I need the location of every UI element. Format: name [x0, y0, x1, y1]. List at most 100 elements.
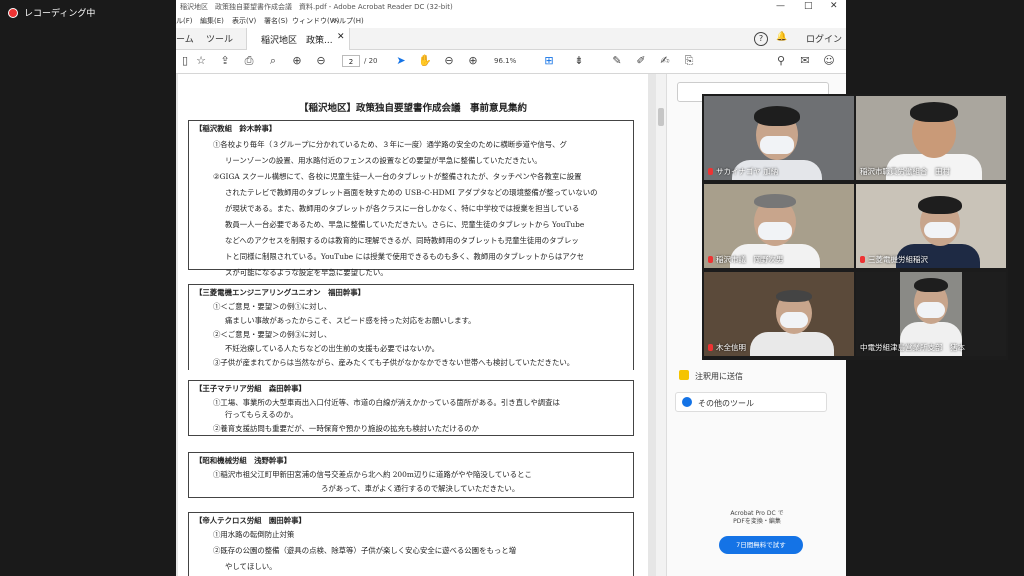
recording-label: レコーディング中: [24, 9, 96, 19]
tab-bar: ーム ツール 稲沢地区 政策... ✕ ? 🔔 ログイン: [176, 28, 846, 50]
minimize-button[interactable]: —: [776, 1, 785, 11]
sign-icon[interactable]: ✍: [658, 54, 672, 68]
document-area[interactable]: 【稲沢地区】政策独自要望書作成会議 事前意見集約 【稲沢教組 鈴木幹事】 ①各校…: [176, 74, 666, 576]
record-icon: [8, 7, 18, 18]
video-tile[interactable]: 稲沢市職員労働組合 田村: [856, 96, 1006, 180]
section-line: ②GIGA スクール構想にて、各校に児童生徒一人一台のタブレットが整備されたが、…: [213, 172, 582, 181]
menu-bar: ル(F) 編集(E) 表示(V) 署名(S) ウィンドウ(W) ヘルプ(H): [176, 14, 846, 28]
tab-tools[interactable]: ツール: [206, 32, 233, 45]
close-window-button[interactable]: ✕: [830, 1, 838, 11]
section-line: ②養育支援訪問も重要だが、一時保育や預かり施設の拡充も検討いただけるのか: [213, 424, 479, 433]
participant-name: 中電労組津島営業所支部 猪本: [860, 343, 965, 352]
tool-more-tools[interactable]: その他のツール: [675, 392, 827, 412]
scroll-mode-icon[interactable]: ⇟: [572, 54, 586, 68]
tool-label: 注釈用に送信: [695, 372, 743, 381]
scrollbar[interactable]: [656, 74, 666, 576]
maximize-button[interactable]: □: [804, 1, 813, 11]
toolbar: ▯ ☆ ⇪ ⎙ ⌕ ⊕ ⊖ 2 / 20 ➤ ✋ ⊖ ⊕ 96.1% ⊞ ⇟ ✎…: [176, 50, 846, 74]
zoom-in-icon[interactable]: ⊕: [466, 54, 480, 68]
pen-icon[interactable]: ✐: [634, 54, 648, 68]
section-line: スが可能になるような設定を早急に要望したい。: [225, 268, 388, 277]
page-down-icon[interactable]: ⊖: [314, 54, 328, 68]
cursor-icon[interactable]: ➤: [394, 54, 408, 68]
share-user-icon[interactable]: ☺: [822, 54, 836, 68]
bell-icon[interactable]: 🔔: [776, 32, 787, 42]
window-title: 稲沢地区 政策独自要望書作成会議 資料.pdf - Adobe Acrobat …: [180, 3, 453, 11]
promo-line: PDFを変換・編集: [733, 518, 781, 525]
muted-mic-icon: [860, 256, 865, 263]
tab-document[interactable]: 稲沢地区 政策... ✕: [246, 28, 350, 50]
section-line: リーンゾーンの設置、用水路付近のフェンスの設置などの要望が早急に整備していただき…: [225, 156, 542, 165]
section-line: ろがあって、車がよく通行するので解決していただきたい。: [321, 484, 520, 493]
fit-page-icon[interactable]: ⊞: [542, 54, 556, 68]
menu-help[interactable]: ヘルプ(H): [332, 16, 364, 26]
section-line: トと同様に制限されている。YouTube には授業で使用できるものも多く、教師用…: [225, 252, 585, 261]
video-tile[interactable]: サカイナゴヤ 加納: [704, 96, 854, 180]
section-line: 教員一人一台必要であるため、早急に整備していただきたい。さらに、児童生徒のタブレ…: [225, 220, 585, 229]
page-number-input[interactable]: 2: [342, 55, 360, 67]
scrollbar-thumb[interactable]: [658, 108, 664, 126]
document-title: 【稲沢地区】政策独自要望書作成会議 事前意見集約: [298, 103, 527, 114]
section-box-3: 【王子マテリア労組 森田幹事】 ①工場、事業所の大型車両出入口付近等、市道の白線…: [188, 380, 634, 436]
star-icon[interactable]: ☆: [194, 54, 208, 68]
title-bar: 稲沢地区 政策独自要望書作成会議 資料.pdf - Adobe Acrobat …: [176, 0, 846, 14]
more-tools-icon: [682, 397, 692, 407]
hand-icon[interactable]: ✋: [418, 54, 432, 68]
print-icon[interactable]: ⎙: [242, 54, 256, 68]
tab-home[interactable]: ーム: [176, 32, 194, 45]
promo-text: Acrobat Pro DC で PDFを変換・編集: [667, 510, 846, 526]
login-button[interactable]: ログイン: [806, 32, 842, 45]
upload-icon[interactable]: ⇪: [218, 54, 232, 68]
section-line: ①用水路の転倒防止対策: [213, 530, 295, 539]
menu-file[interactable]: ル(F): [176, 16, 193, 26]
mail-icon[interactable]: ✉: [798, 54, 812, 68]
promo-line: Acrobat Pro DC で: [730, 510, 784, 517]
comment-icon[interactable]: ✎: [610, 54, 624, 68]
section-line: やしてほしい。: [225, 562, 277, 571]
muted-mic-icon: [708, 168, 713, 175]
close-tab-icon[interactable]: ✕: [337, 32, 345, 42]
section-line: ③子供が産まれてからは当然ながら、産みたくても子供がなかなかできない世帯へも検討…: [213, 358, 575, 367]
free-trial-button[interactable]: 7日間無料で試す: [719, 536, 803, 554]
menu-view[interactable]: 表示(V): [232, 16, 256, 26]
section-line: ②既存の公園の整備（遊具の点検、除草等）子供が楽しく安心安全に遊べる公園をもっと…: [213, 546, 517, 555]
section-box-4: 【昭和機械労組 浅野幹事】 ①稲沢市祖父江町甲新田宮浦の信号交差点から北へ約 2…: [188, 452, 634, 498]
section-line: が現状である。また、教師用のタブレットが各クラスに一台しかなく、特に中学校では授…: [225, 204, 580, 213]
tool-label: その他のツール: [698, 399, 754, 408]
section-line: ①各校より毎年（３グループに分かれているため、３年に一度）通学路の安全のために横…: [213, 140, 567, 149]
section-line: などへのアクセスを制限するのは教育的に理解できるが、同時教師用のタブレットも児童…: [225, 236, 579, 245]
video-gallery: サカイナゴヤ 加納 稲沢市職員労働組合 田村 稲沢市議 岡野次男 三菱電機労組稲…: [702, 94, 1008, 360]
share-link-icon[interactable]: ⚲: [774, 54, 788, 68]
pdf-page: 【稲沢地区】政策独自要望書作成会議 事前意見集約 【稲沢教組 鈴木幹事】 ①各校…: [178, 74, 648, 576]
tab-document-label: 稲沢地区 政策...: [261, 36, 333, 46]
page-thumbnail-icon[interactable]: ▯: [178, 54, 192, 68]
zoom-out-icon[interactable]: ⊖: [442, 54, 456, 68]
participant-name: 稲沢市職員労働組合 田村: [860, 167, 950, 176]
participant-name: 稲沢市議 岡野次男: [708, 254, 784, 265]
tool-send-for-comments[interactable]: 注釈用に送信: [679, 370, 743, 382]
video-tile[interactable]: 三菱電機労組稲沢: [856, 184, 1006, 268]
stamp-icon[interactable]: ⎘: [682, 54, 696, 68]
page-up-icon[interactable]: ⊕: [290, 54, 304, 68]
section-box-5: 【帝人テクロス労組 園田幹事】 ①用水路の転倒防止対策 ②既存の公園の整備（遊具…: [188, 512, 634, 576]
search-icon[interactable]: ⌕: [266, 54, 280, 68]
help-button[interactable]: ?: [754, 32, 768, 46]
send-comments-icon: [679, 370, 689, 380]
participant-name: 三菱電機労組稲沢: [860, 254, 928, 265]
zoom-level[interactable]: 96.1%: [494, 57, 516, 65]
menu-sign[interactable]: 署名(S): [264, 16, 288, 26]
section-box-2: 【三菱電機エンジニアリングユニオン 福田幹事】 ①＜ご意見・要望＞の例①に対し、…: [188, 284, 634, 370]
muted-mic-icon: [708, 256, 713, 263]
muted-mic-icon: [708, 344, 713, 351]
video-tile[interactable]: 中電労組津島営業所支部 猪本: [856, 272, 1006, 356]
menu-edit[interactable]: 編集(E): [200, 16, 224, 26]
video-tile[interactable]: 稲沢市議 岡野次男: [704, 184, 854, 268]
video-tile[interactable]: 木全信明: [704, 272, 854, 356]
participant-name: サカイナゴヤ 加納: [708, 166, 778, 177]
participant-name: 木全信明: [708, 342, 746, 353]
section-line: されたテレビで教師用のタブレット画面を映すための USB-C-HDMI アダプタ…: [225, 188, 598, 197]
section-header: 【稲沢教組 鈴木幹事】: [195, 124, 277, 133]
page-total: / 20: [364, 57, 378, 65]
section-box-1: 【稲沢教組 鈴木幹事】 ①各校より毎年（３グループに分かれているため、３年に一度…: [188, 120, 634, 277]
recording-indicator: レコーディング中: [8, 6, 95, 19]
